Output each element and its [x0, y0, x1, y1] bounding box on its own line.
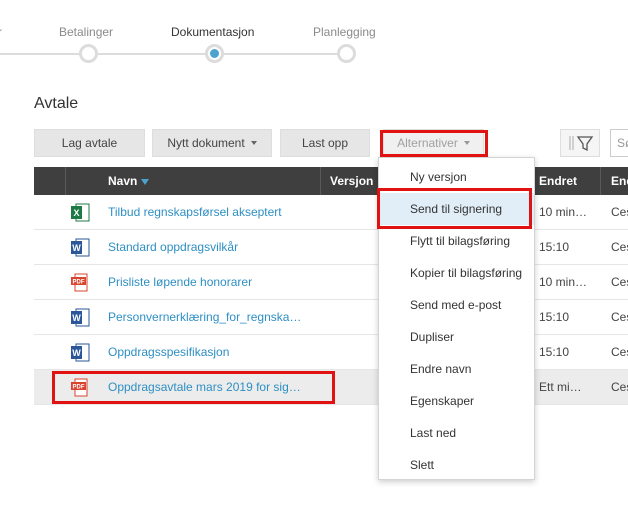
changed-by-cell: Ces [611, 275, 628, 289]
column-header-changed[interactable]: Endret [539, 167, 577, 195]
changed-by-cell: Ces [611, 380, 628, 394]
document-name-link[interactable]: Prisliste løpende honorarer [108, 265, 252, 300]
table-row-selected[interactable]: PDF Oppdragsavtale mars 2019 for sig… Et… [34, 370, 628, 405]
menu-item-properties[interactable]: Egenskaper [379, 385, 534, 417]
menu-item-move-to-bookkeeping[interactable]: Flytt til bilagsføring [379, 225, 534, 257]
table-row[interactable]: PDF Prisliste løpende honorarer 10 min… … [34, 265, 628, 300]
table-row[interactable]: W Oppdragsspesifikasjon 15:10 Ces [34, 335, 628, 370]
column-divider [65, 167, 66, 195]
changed-by-cell: Ces [611, 205, 628, 219]
column-divider [320, 167, 321, 195]
step-dot-betalinger[interactable] [79, 44, 98, 63]
column-divider [600, 167, 601, 195]
upload-label: Last opp [301, 136, 349, 150]
column-header-name-label: Navn [108, 174, 138, 188]
alternatives-button[interactable]: Alternativer [383, 129, 484, 157]
step-label-betalinger[interactable]: Betalinger [59, 25, 113, 39]
step-label-previous[interactable]: r [0, 25, 2, 39]
changed-cell: 15:10 [539, 310, 570, 324]
alternatives-label: Alternativer [397, 136, 458, 150]
table-row[interactable]: W Personvernerklæring_for_regnska… 15:10… [34, 300, 628, 335]
alternatives-menu: Ny versjon Send til signering Flytt til … [378, 157, 535, 480]
stepper-line [0, 53, 355, 55]
table-row[interactable]: X Tilbud regnskapsførsel akseptert 10 mi… [34, 195, 628, 230]
caret-down-icon [250, 141, 257, 145]
document-name-link[interactable]: Oppdragsspesifikasjon [108, 335, 229, 370]
changed-cell: 10 min… [539, 205, 588, 219]
word-file-icon: W [70, 308, 90, 327]
word-file-icon: W [70, 343, 90, 362]
document-name-link[interactable]: Personvernerklæring_for_regnska… [108, 300, 301, 335]
column-header-name[interactable]: Navn [108, 167, 150, 195]
search-input[interactable] [610, 129, 628, 157]
menu-item-send-email[interactable]: Send med e-post [379, 289, 534, 321]
caret-down-icon [463, 141, 470, 145]
filter-icon [569, 136, 594, 152]
new-document-label: Nytt dokument [167, 136, 245, 150]
changed-cell: 15:10 [539, 345, 570, 359]
step-dot-planlegging[interactable] [337, 44, 356, 63]
step-dot-dokumentasjon[interactable] [205, 44, 224, 63]
svg-text:PDF: PDF [73, 385, 85, 391]
svg-text:X: X [73, 208, 79, 218]
new-document-button[interactable]: Nytt dokument [152, 129, 272, 157]
excel-file-icon: X [70, 203, 90, 222]
changed-by-cell: Ces [611, 310, 628, 324]
menu-item-new-version[interactable]: Ny versjon [379, 161, 534, 193]
menu-item-copy-to-bookkeeping[interactable]: Kopier til bilagsføring [379, 257, 534, 289]
menu-item-delete[interactable]: Slett [379, 449, 534, 481]
changed-by-cell: Ces [611, 345, 628, 359]
new-agreement-label: Lag avtale [61, 136, 118, 150]
table-row[interactable]: W Standard oppdragsvilkår 15:10 Ces [34, 230, 628, 265]
changed-cell: 10 min… [539, 275, 588, 289]
upload-button[interactable]: Last opp [280, 129, 370, 157]
word-file-icon: W [70, 238, 90, 257]
progress-stepper: r Betalinger Dokumentasjon Planlegging [0, 0, 628, 80]
document-name-link[interactable]: Oppdragsavtale mars 2019 for sig… [108, 370, 301, 405]
svg-text:W: W [72, 313, 81, 323]
menu-item-rename[interactable]: Endre navn [379, 353, 534, 385]
sort-down-icon [141, 178, 150, 185]
changed-cell: 15:10 [539, 240, 570, 254]
step-label-planlegging[interactable]: Planlegging [313, 25, 376, 39]
changed-by-cell: Ces [611, 240, 628, 254]
new-agreement-button[interactable]: Lag avtale [34, 129, 145, 157]
column-header-changed-by[interactable]: End [611, 167, 628, 195]
filter-button[interactable] [560, 129, 600, 157]
changed-cell: Ett mi… [539, 380, 582, 394]
menu-item-download[interactable]: Last ned [379, 417, 534, 449]
step-label-dokumentasjon[interactable]: Dokumentasjon [171, 25, 254, 39]
svg-text:PDF: PDF [73, 280, 85, 286]
section-title: Avtale [34, 95, 79, 112]
table-header: Navn Versjon Endret End [34, 167, 628, 195]
document-name-link[interactable]: Tilbud regnskapsførsel akseptert [108, 195, 282, 230]
svg-text:W: W [72, 348, 81, 358]
svg-text:W: W [72, 243, 81, 253]
menu-item-send-to-signing[interactable]: Send til signering [379, 193, 534, 225]
menu-item-duplicate[interactable]: Dupliser [379, 321, 534, 353]
column-header-version[interactable]: Versjon [330, 167, 373, 195]
pdf-file-icon: PDF [70, 378, 90, 397]
document-name-link[interactable]: Standard oppdragsvilkår [108, 230, 238, 265]
pdf-file-icon: PDF [70, 273, 90, 292]
